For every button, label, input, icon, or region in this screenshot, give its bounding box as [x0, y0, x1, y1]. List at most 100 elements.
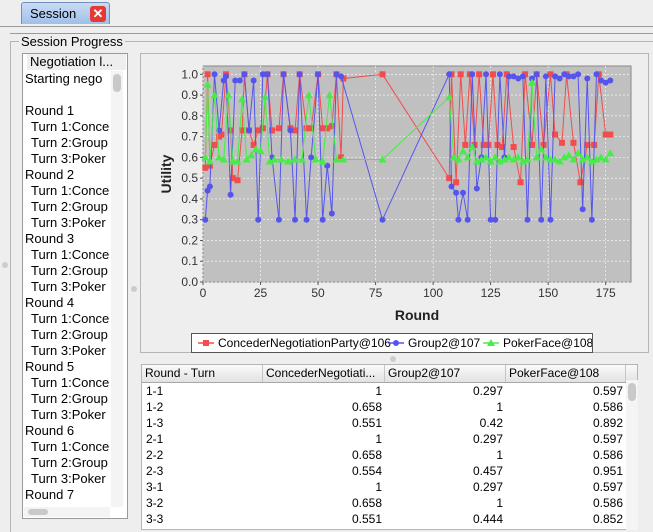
y-tick-label: 0.1 [181, 254, 198, 268]
table-scroll-thumb[interactable] [628, 383, 636, 401]
x-tick-label: 175 [596, 286, 616, 300]
legend-label: Group2@107 [408, 336, 481, 350]
data-point [202, 216, 209, 223]
negotiation-log-text[interactable]: Starting nego Round 1 Turn 1:Conce Turn 2:G… [25, 71, 111, 511]
data-point [227, 191, 234, 198]
close-icon[interactable]: ✕ [90, 6, 106, 22]
data-point [469, 71, 476, 78]
log-line: Turn 1:Conce [31, 119, 110, 134]
table-row[interactable]: 2-3 0.554 0.457 0.951 [142, 463, 637, 480]
log-scroll-thumb[interactable] [113, 74, 121, 92]
table-row[interactable]: 1-2 0.658 1 0.586 [142, 399, 637, 416]
data-point [308, 154, 315, 161]
tab-session[interactable]: Session ✕ [21, 2, 110, 24]
log-line: Starting nego [25, 71, 103, 86]
data-point [296, 71, 303, 78]
log-line: Turn 3:Poker [31, 279, 106, 294]
table-row[interactable]: 3-3 0.551 0.444 0.852 [142, 511, 637, 528]
table-cell: 0.551 [351, 416, 382, 430]
table-cell: 2-1 [146, 432, 164, 446]
legend-svg: ConcederNegotiationParty@106 Group2@107 Po… [198, 336, 592, 350]
x-axis-label: Round [395, 307, 439, 323]
table-header: Round - Turn ConcederNegotiati... Group2@1… [142, 365, 637, 383]
table-cell: 0.852 [592, 512, 623, 526]
data-point [577, 179, 584, 186]
y-axis-label: Utility [158, 154, 174, 193]
log-line: Round 6 [25, 423, 75, 438]
table-row[interactable]: 3-2 0.658 1 0.586 [142, 495, 637, 512]
table-row[interactable]: 3-1 1 0.297 0.597 [142, 479, 637, 496]
log-horizontal-scrollbar[interactable] [24, 507, 110, 517]
utility-table[interactable]: Round - Turn ConcederNegotiati... Group2@1… [141, 364, 638, 530]
data-point [538, 216, 545, 223]
table-column-header[interactable]: ConcederNegotiati... [263, 365, 385, 382]
x-tick-label: 100 [423, 286, 443, 300]
table-cell: 1-1 [146, 384, 164, 398]
data-point [280, 71, 287, 78]
table-cell: 1 [496, 496, 503, 510]
chart-panel: 0.0 0.1 0.2 0.3 0.4 0.5 0.6 0.7 0.8 0.9 1.0 0 25 50 75… [140, 53, 649, 353]
data-point [453, 179, 460, 186]
data-point [328, 210, 335, 217]
log-hscroll-thumb[interactable] [28, 509, 48, 515]
table-column-header[interactable]: PokerFace@108 [506, 365, 626, 382]
x-tick-label: 75 [369, 286, 383, 300]
y-tick-label: 0.8 [181, 109, 198, 123]
data-point [533, 71, 540, 78]
data-point [236, 77, 243, 84]
legend-label: ConcederNegotiationParty@106 [218, 336, 391, 350]
table-column-header[interactable]: Group2@107 [385, 365, 506, 382]
log-line: Round 1 [25, 103, 75, 118]
table-vertical-scrollbar[interactable] [626, 380, 638, 530]
vertical-split-handle[interactable] [131, 286, 137, 292]
y-tick-label: 0.6 [181, 150, 198, 164]
table-cell: 1 [375, 432, 382, 446]
log-line: Round 7 [25, 487, 75, 502]
table-row[interactable]: 2-2 0.658 1 0.586 [142, 447, 637, 464]
log-vertical-scrollbar[interactable] [111, 71, 123, 507]
data-point [607, 131, 614, 138]
tab-session-label: Session [30, 6, 77, 21]
table-cell: 2-3 [146, 464, 164, 478]
table-cell: 1-2 [146, 400, 164, 414]
log-line: Turn 3:Poker [31, 343, 106, 358]
log-line: Round 5 [25, 359, 75, 374]
data-point [319, 216, 326, 223]
legend-label: PokerFace@108 [503, 336, 592, 350]
table-row[interactable]: 2-1 1 0.297 0.597 [142, 431, 637, 448]
table-cell: 0.597 [592, 480, 623, 494]
table-cell: 3-3 [146, 512, 164, 526]
table-cell: 0.892 [592, 416, 623, 430]
x-tick-label: 50 [311, 286, 325, 300]
log-line: Round 4 [25, 295, 75, 310]
table-cell: 0.457 [472, 464, 503, 478]
data-point [446, 71, 453, 78]
horizontal-split-handle[interactable] [390, 356, 396, 362]
data-point [547, 216, 554, 223]
table-cell: 0.297 [472, 480, 503, 494]
data-point [223, 73, 230, 80]
left-split-handle[interactable] [2, 262, 8, 268]
table-column-header[interactable]: Round - Turn [142, 365, 263, 382]
log-line: Turn 2:Group [31, 327, 108, 342]
y-tick-label: 0.7 [181, 130, 198, 144]
table-cell: 0.297 [472, 432, 503, 446]
data-point [287, 127, 294, 134]
x-tick-label: 25 [254, 286, 268, 300]
log-line: Turn 1:Conce [31, 311, 110, 326]
data-point [315, 71, 322, 78]
data-point [379, 216, 386, 223]
log-line: Turn 1:Conce [31, 183, 110, 198]
log-line: Turn 3:Poker [31, 151, 106, 166]
log-line: Turn 2:Group [31, 199, 108, 214]
table-row[interactable]: 1-3 0.551 0.42 0.892 [142, 415, 637, 432]
table-cell: 1 [375, 480, 382, 494]
log-line: Turn 2:Group [31, 455, 108, 470]
legend-marker [203, 340, 209, 346]
data-point [246, 127, 253, 134]
table-row[interactable]: 1-1 1 0.297 0.597 [142, 383, 637, 400]
data-point [275, 216, 282, 223]
table-cell: 0.597 [592, 384, 623, 398]
data-point [510, 144, 517, 150]
